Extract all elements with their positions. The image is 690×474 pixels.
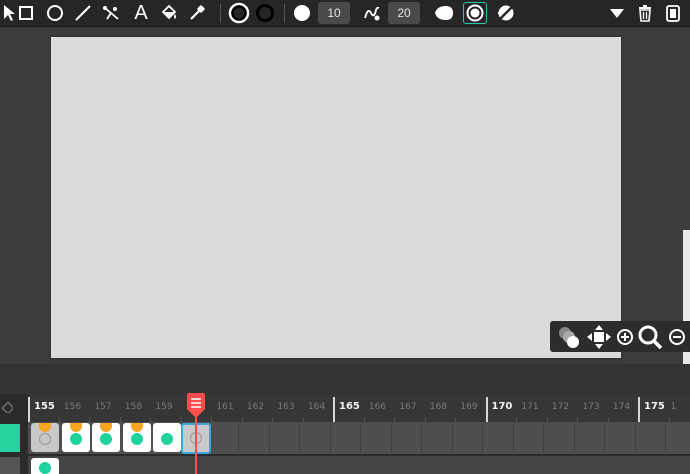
- keyframe[interactable]: [61, 423, 90, 452]
- line-icon[interactable]: [72, 2, 94, 24]
- frame-cell[interactable]: [669, 424, 690, 452]
- frame-cell[interactable]: [516, 424, 544, 452]
- ruler-frame-label: 162: [246, 402, 265, 412]
- ruler-frame-label: 173: [582, 402, 600, 412]
- paint-bucket-icon[interactable]: [158, 2, 180, 24]
- frame-cell[interactable]: [547, 424, 575, 452]
- path-edit-icon[interactable]: [100, 2, 122, 24]
- frame-cell[interactable]: [425, 424, 453, 452]
- toolbar-divider: [220, 4, 221, 23]
- frame-cell[interactable]: [242, 424, 270, 452]
- frame-cell[interactable]: [394, 424, 422, 452]
- brush-size-icon: [291, 2, 313, 24]
- ruler-frame-label: 171: [521, 402, 539, 412]
- ruler-frame-label: 174: [612, 402, 631, 412]
- circle-icon[interactable]: [44, 2, 66, 24]
- ruler-frame-label: 170: [491, 401, 513, 412]
- fill-shape-toggle-icon[interactable]: [463, 2, 487, 24]
- smoothing-icon: [361, 2, 383, 24]
- frame-cell[interactable]: [272, 424, 300, 452]
- ruler-frame-label: 167: [399, 402, 417, 412]
- keyframe-dot: [69, 433, 82, 445]
- text-icon[interactable]: A: [130, 2, 152, 24]
- timeline: 1551561571581591601611621631641651661671…: [0, 364, 690, 474]
- ruler-frame-label: 156: [63, 402, 82, 412]
- frame-cell[interactable]: [608, 424, 636, 452]
- frame-cell[interactable]: [364, 424, 392, 452]
- timeline-header: [0, 364, 690, 394]
- frame-ruler[interactable]: 1551561571581591601611621631641651661671…: [28, 394, 690, 422]
- ruler-frame-label: 175: [644, 401, 665, 412]
- tween-marker: [100, 423, 112, 432]
- tween-marker: [130, 423, 143, 432]
- duplicate-icon[interactable]: [662, 2, 684, 24]
- animation-editor: A 10 20 155 156 157 158 159 161 162 163 …: [0, 0, 690, 474]
- trash-icon[interactable]: [634, 2, 656, 24]
- chevron-down-icon[interactable]: [606, 2, 628, 24]
- keyframe[interactable]: [31, 458, 59, 474]
- eyedropper-icon[interactable]: [186, 2, 208, 24]
- ruler-frame-label: 161: [216, 402, 234, 412]
- ruler-frame-label: 169: [460, 402, 478, 412]
- pan-move-icon[interactable]: [585, 321, 613, 352]
- ruler-frame-label: 163: [277, 402, 295, 412]
- keyframe-dot: [161, 433, 173, 445]
- ruler-frame-label: 155: [34, 401, 55, 412]
- zoom-controls: [550, 321, 690, 352]
- stage-area: [0, 28, 690, 364]
- toolbar: A 10 20: [0, 0, 690, 27]
- playhead-handle[interactable]: [185, 393, 207, 419]
- ruler-frame-label: 166: [368, 402, 387, 412]
- tween-marker: [69, 423, 82, 432]
- ruler-frame-label: 159: [155, 402, 173, 412]
- frame-cell[interactable]: [638, 424, 666, 452]
- keyframe[interactable]: [122, 423, 151, 452]
- zoom-in-icon[interactable]: [614, 321, 636, 352]
- empty-frame-ring: [39, 433, 51, 445]
- onion-layers-icon[interactable]: [553, 321, 585, 352]
- keyframe-dot: [100, 433, 112, 445]
- ruler-frame-label: 158: [124, 402, 143, 412]
- toolbar-divider: [284, 4, 285, 23]
- ruler-frame-label: 1: [670, 402, 677, 412]
- frame-cell[interactable]: [211, 424, 239, 452]
- square-icon[interactable]: [16, 2, 36, 24]
- keyframe[interactable]: [153, 423, 181, 452]
- ruler-frame-label: 164: [307, 402, 326, 412]
- keyframe[interactable]: [31, 423, 59, 452]
- frame-cell[interactable]: [455, 424, 483, 452]
- layer-color-swatch[interactable]: [0, 424, 20, 452]
- frame-cell[interactable]: [577, 424, 605, 452]
- fill-color-icon[interactable]: [253, 2, 277, 24]
- onion-skin-icon[interactable]: [432, 2, 456, 24]
- ruler-frame-label: 168: [429, 402, 448, 412]
- zoom-search-icon[interactable]: [636, 321, 664, 352]
- layer-frames-row[interactable]: [28, 456, 690, 474]
- add-keyframe-icon[interactable]: [1, 401, 13, 413]
- layer-frames-row[interactable]: [28, 422, 690, 454]
- stroke-color-icon[interactable]: [227, 2, 251, 24]
- zoom-out-icon[interactable]: [664, 321, 690, 352]
- brush-size-field[interactable]: 10: [318, 2, 350, 24]
- smoothing-field[interactable]: 20: [388, 2, 420, 24]
- keyframe-dot: [39, 462, 51, 474]
- frame-cell[interactable]: [486, 424, 514, 452]
- ruler-frame-label: 165: [339, 401, 360, 412]
- frame-cell[interactable]: [333, 424, 361, 452]
- layer-color-swatch[interactable]: [0, 457, 20, 474]
- keyframe[interactable]: [92, 423, 120, 452]
- tween-marker: [39, 423, 51, 432]
- text-tool-label: A: [134, 1, 148, 24]
- drawing-canvas[interactable]: [51, 37, 621, 358]
- eraser-mode-icon[interactable]: [494, 2, 518, 24]
- frame-cell[interactable]: [303, 424, 331, 452]
- ruler-frame-label: 172: [551, 402, 570, 412]
- ruler-frame-label: 157: [94, 402, 112, 412]
- keyframe-dot: [130, 433, 143, 445]
